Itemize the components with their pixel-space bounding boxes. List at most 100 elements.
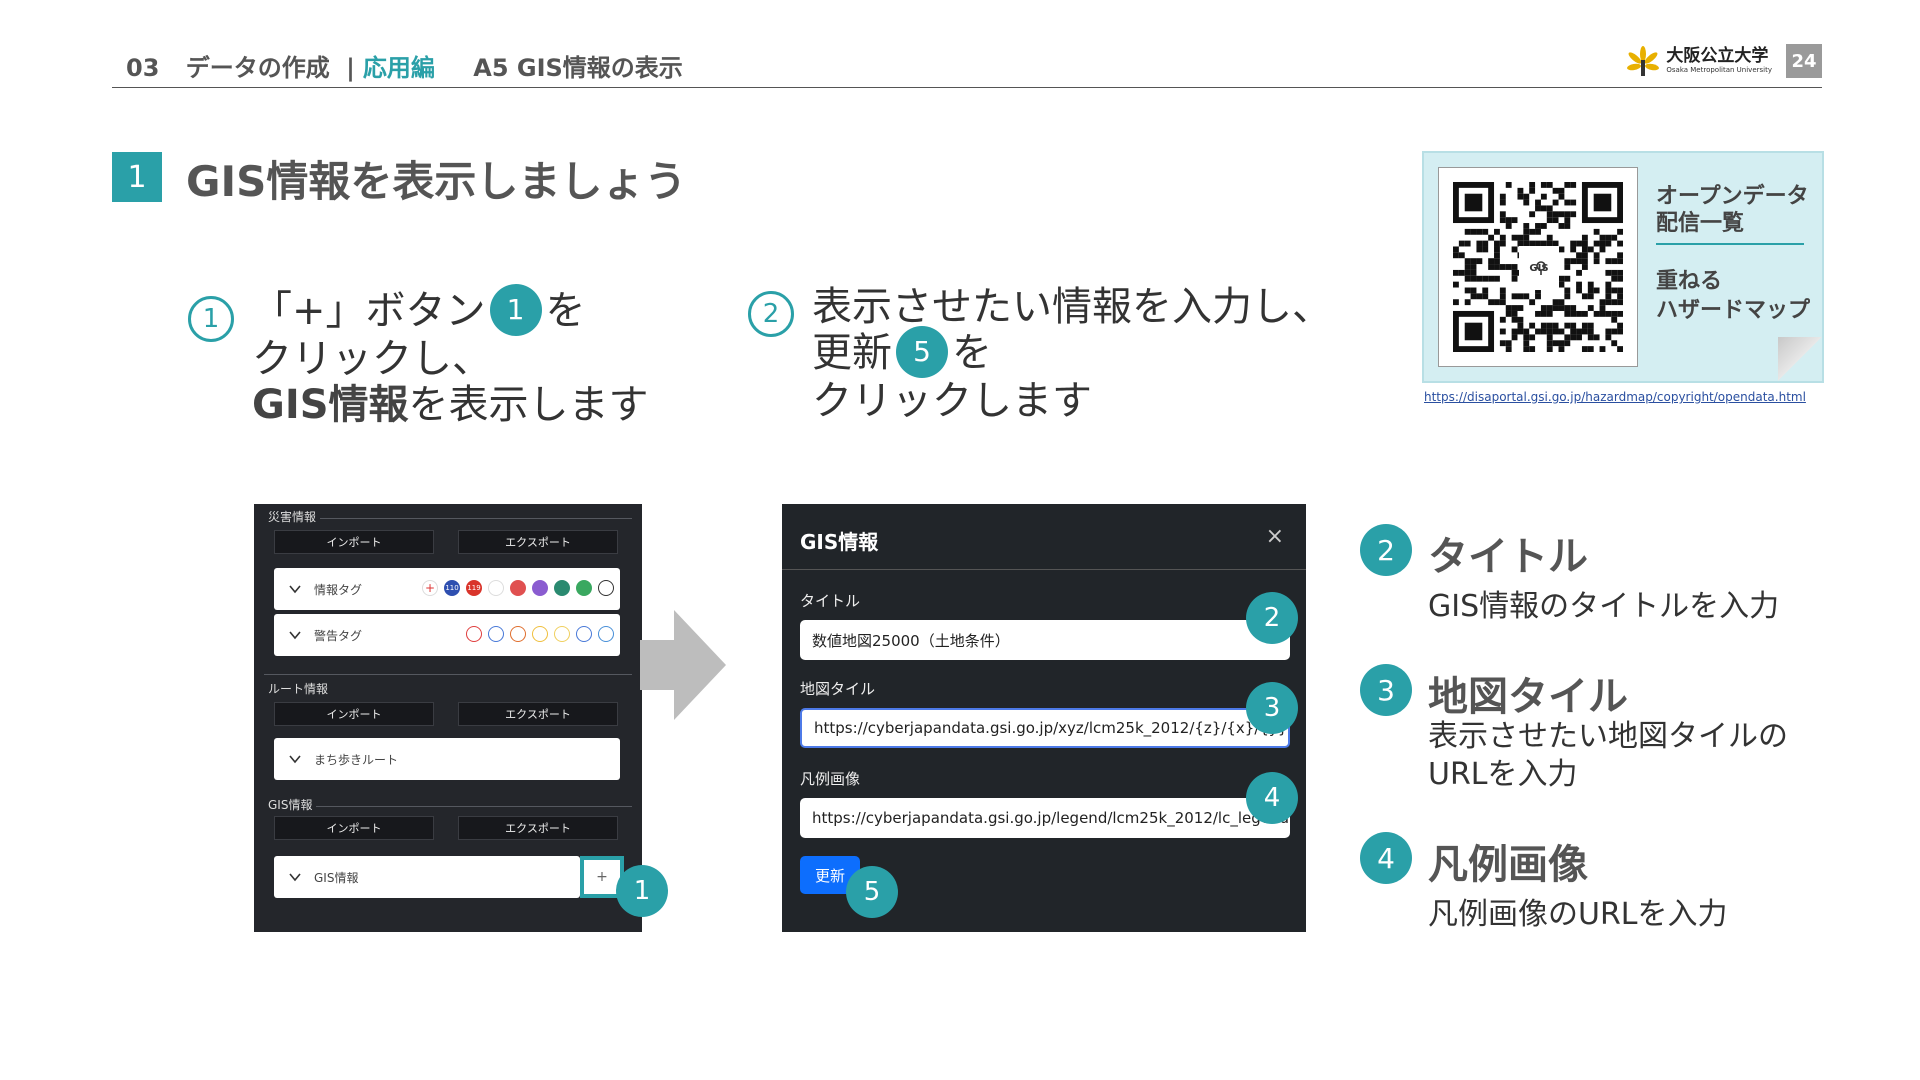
- page-curl-decoration: [1778, 337, 1822, 381]
- legend-image-heading: 凡例画像: [1428, 842, 1588, 888]
- police-110-icon: 110: [444, 580, 460, 596]
- legend-tile-heading: 地図タイル: [1428, 674, 1628, 720]
- legend-image-desc: 凡例画像のURLを入力: [1428, 897, 1728, 932]
- chevron-down-icon: [289, 631, 301, 640]
- qr-label2-line1: 重ねる: [1656, 269, 1723, 294]
- warning-yellow-icon: [532, 626, 548, 642]
- fire-119-icon: 119: [466, 580, 482, 596]
- import-button-route[interactable]: インポート: [274, 702, 434, 726]
- warning-tag-icons: [466, 626, 614, 642]
- step2-line3: クリックします: [812, 378, 1092, 424]
- qr-center-emblem: GIS: [1519, 246, 1559, 290]
- info-tag-row[interactable]: 情報タグ + 110 119: [274, 568, 620, 610]
- warning-tag-row[interactable]: 警告タグ: [274, 614, 620, 656]
- plus-button-callout-icon: 1: [616, 865, 668, 917]
- check-icon: [576, 580, 592, 596]
- step2-line2-post: を: [952, 330, 992, 376]
- chevron-down-icon: [289, 873, 301, 882]
- chapter-number: 03: [126, 54, 160, 82]
- qr-info-card: GIS オープンデータ 配信一覧 重ねる ハザードマップ: [1422, 151, 1824, 383]
- page-number: 24: [1786, 44, 1822, 78]
- qr-label2-line2: ハザードマップ: [1656, 298, 1811, 323]
- warning-red-icon: [466, 626, 482, 642]
- info-tag-label: 情報タグ: [314, 582, 363, 597]
- opendata-link[interactable]: https://disaportal.gsi.go.jp/hazardmap/c…: [1424, 390, 1806, 404]
- slide-header: 03 データの作成 | 応用編 A5 GIS情報の表示 大阪公立大学 Osaka …: [112, 42, 1822, 88]
- import-button-disaster[interactable]: インポート: [274, 530, 434, 554]
- title-input[interactable]: 数値地図25000（土地条件）: [800, 620, 1290, 660]
- map-pin-icon: [1536, 261, 1546, 275]
- legend-title-desc: GIS情報のタイトルを入力: [1428, 589, 1780, 624]
- logo-name-en: Osaka Metropolitan University: [1666, 66, 1772, 74]
- alert-icon: [510, 580, 526, 596]
- export-button-gis[interactable]: エクスポート: [458, 816, 618, 840]
- dialog-header: GIS情報 ×: [782, 504, 1306, 570]
- step1-line3-bold: GIS情報: [252, 382, 409, 428]
- qr-label1-line2: 配信一覧: [1656, 211, 1745, 236]
- group-label-disaster: 災害情報: [264, 508, 321, 525]
- warning-orange-icon: [510, 626, 526, 642]
- shelter-icon: [554, 580, 570, 596]
- step1-line2: クリックし、: [252, 336, 492, 382]
- route-label: まち歩きルート: [314, 752, 399, 767]
- section-name: A5 GIS情報の表示: [473, 54, 683, 82]
- step2-number-icon: 2: [748, 291, 794, 337]
- info-tag-icons: + 110 119: [422, 580, 614, 596]
- logo-mark-icon: [1627, 46, 1660, 76]
- step2-line1: 表示させたい情報を入力し、: [812, 284, 1332, 330]
- group-divider: [264, 674, 632, 678]
- warning-lightyellow-icon: [554, 626, 570, 642]
- update-callout-icon: 5: [846, 866, 898, 918]
- step1-number-icon: 1: [188, 296, 234, 342]
- warning-tag-label: 警告タグ: [314, 628, 363, 643]
- section-number-badge: 1: [112, 152, 162, 202]
- tile-field-label: 地図タイル: [800, 680, 876, 698]
- chapter-separator: |: [346, 54, 355, 82]
- legend-title-number-icon: 2: [1360, 524, 1412, 576]
- step1-line3-rest: を表示します: [408, 382, 649, 428]
- gis-row[interactable]: GIS情報: [274, 856, 580, 898]
- legend-field-label: 凡例画像: [800, 770, 861, 788]
- group-divider: [264, 806, 632, 810]
- chevron-down-icon: [289, 585, 301, 594]
- legend-callout-icon: 4: [1246, 772, 1298, 824]
- legend-tile-desc-line2: URLを入力: [1428, 757, 1578, 792]
- export-button-disaster[interactable]: エクスポート: [458, 530, 618, 554]
- route-row[interactable]: まち歩きルート: [274, 738, 620, 780]
- legend-url-input[interactable]: https://cyberjapandata.gsi.go.jp/legend/…: [800, 798, 1290, 838]
- legend-tile-number-icon: 3: [1360, 664, 1412, 716]
- title-field-label: タイトル: [800, 592, 861, 610]
- gift-icon: [488, 580, 504, 596]
- legend-tile-desc: 表示させたい地図タイルの URLを入力: [1428, 718, 1788, 794]
- export-button-route[interactable]: エクスポート: [458, 702, 618, 726]
- chapter-heading: 03 データの作成 | 応用編 A5 GIS情報の表示: [126, 48, 683, 83]
- step2-line2-pre: 更新: [812, 330, 892, 376]
- logo-name-jp: 大阪公立大学: [1666, 46, 1769, 66]
- step2-badge-icon: 5: [896, 326, 948, 378]
- arrow-right-icon: [640, 610, 726, 720]
- import-button-gis[interactable]: インポート: [274, 816, 434, 840]
- chapter-accent: 応用編: [362, 54, 435, 82]
- tile-url-input[interactable]: https://cyberjapandata.gsi.go.jp/xyz/lcm…: [800, 708, 1290, 748]
- step1-line1-post: を: [545, 288, 586, 334]
- close-icon[interactable]: ×: [1266, 524, 1284, 549]
- group-label-gis: GIS情報: [264, 796, 317, 813]
- step2-instruction: 表示させたい情報を入力し、 更新 5 を クリックします: [812, 284, 1332, 424]
- qr-code[interactable]: GIS: [1438, 167, 1638, 367]
- empty-circle-icon: [598, 580, 614, 596]
- legend-tile-desc-line1: 表示させたい地図タイルの: [1428, 719, 1788, 754]
- tile-callout-icon: 3: [1246, 682, 1298, 734]
- step1-badge-icon: 1: [489, 284, 542, 336]
- legend-title-heading: タイトル: [1428, 534, 1588, 580]
- group-label-route: ルート情報: [264, 680, 333, 697]
- legend-image-number-icon: 4: [1360, 832, 1412, 884]
- warning-blue2-icon: [576, 626, 592, 642]
- step1-instruction: 「+」ボタン 1 を クリックし、 GIS情報を表示します: [252, 284, 649, 428]
- qr-label-opendata: オープンデータ 配信一覧: [1656, 183, 1809, 237]
- chevron-down-icon: [289, 755, 301, 764]
- qr-label-hazardmap: 重ねる ハザードマップ: [1656, 267, 1810, 325]
- sidebar-screenshot: 災害情報 インポート エクスポート 情報タグ + 110 119 警告タグ ルー…: [254, 504, 642, 932]
- warning-blue3-icon: [598, 626, 614, 642]
- qr-divider: [1656, 243, 1804, 245]
- dialog-title: GIS情報: [800, 530, 879, 554]
